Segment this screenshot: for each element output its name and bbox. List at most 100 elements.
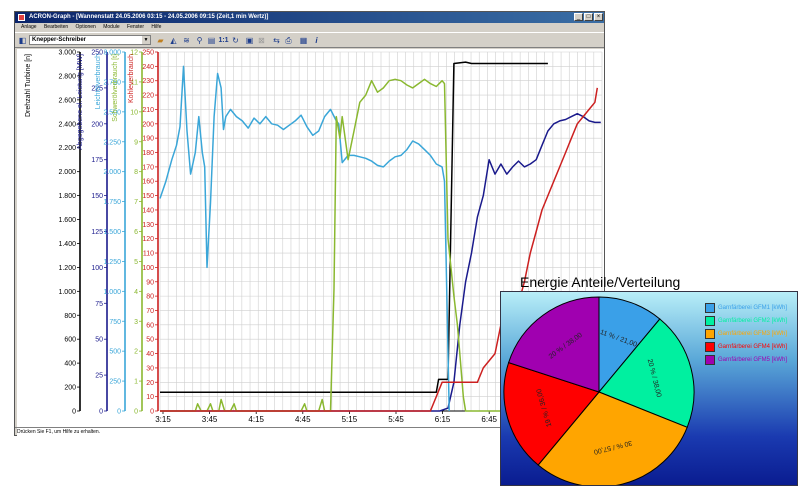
y-tick-label: 3 <box>134 319 138 326</box>
settings-icon[interactable]: ▦ <box>298 35 309 46</box>
y-tick-label: 30 <box>146 365 154 372</box>
zoom-icon[interactable]: ⚲ <box>194 35 205 46</box>
y-tick-label: 70 <box>146 308 154 315</box>
y-tick-label: 500 <box>109 349 121 356</box>
y-tick-label: 2.800 <box>58 73 76 80</box>
x-tick-label: 3:45 <box>202 415 218 424</box>
y-tick-label: 9 <box>134 139 138 146</box>
y-axis-title: Drehzahl Turbine [n] <box>25 54 32 117</box>
y-tick-label: 1.750 <box>103 199 121 206</box>
y-axis-title: Abgegebene el. Leistung [MW] <box>77 54 84 150</box>
y-tick-label: 60 <box>146 322 154 329</box>
legend-swatch <box>705 303 715 313</box>
y-tick-label: 1.250 <box>103 259 121 266</box>
title-bar: ACRON-Graph - [Wannenstatt 24.05.2006 03… <box>15 12 604 23</box>
y-tick-label: 190 <box>142 136 154 143</box>
y-tick-label: 250 <box>142 50 154 57</box>
chevron-down-icon[interactable]: ▼ <box>142 36 150 44</box>
y-axis-title: Kohleverbrauch <box>128 54 135 103</box>
x-tick-label: 4:15 <box>248 415 264 424</box>
y-tick-label: 160 <box>142 179 154 186</box>
menu-hilfe[interactable]: Hilfe <box>151 23 161 32</box>
view-select-value: Knepper-Schreiber <box>32 37 87 43</box>
y-tick-label: 50 <box>146 337 154 344</box>
y-tick-label: 1.000 <box>103 289 121 296</box>
y-tick-label: 200 <box>142 121 154 128</box>
legend-swatch <box>705 342 715 352</box>
export-icon[interactable]: ⇆ <box>271 35 282 46</box>
y-axis-title: Leichtölverbrauch <box>95 54 102 109</box>
menu-module[interactable]: Module <box>103 23 119 32</box>
legend-label: Garnfärberei GFM3 [kWh] <box>718 331 788 337</box>
maximize-button[interactable]: □ <box>584 13 593 21</box>
y-tick-label: 100 <box>91 265 103 272</box>
toolbar: ◧ Knepper-Schreiber ▼ ▰ ◭ ≋ ⚲ ▤ 1:1 ↻ ▣ … <box>15 32 604 48</box>
y-tick-label: 150 <box>142 193 154 200</box>
menu-fenster[interactable]: Fenster <box>127 23 144 32</box>
one-to-one-icon[interactable]: 1:1 <box>218 35 229 46</box>
series-line <box>160 61 548 394</box>
y-tick-label: 120 <box>142 236 154 243</box>
y-tick-label: 2.600 <box>58 97 76 104</box>
legend-label: Garnfärberei GFM5 [kWh] <box>718 357 788 363</box>
chart-icon[interactable]: ◭ <box>168 35 179 46</box>
y-tick-label: 25 <box>95 373 103 380</box>
legend-label: Garnfärberei GFM2 [kWh] <box>718 318 788 324</box>
y-tick-label: 240 <box>142 64 154 71</box>
y-tick-label: 220 <box>142 93 154 100</box>
reset-icon[interactable]: ↻ <box>230 35 241 46</box>
y-axis-title: Schweröl­verbrauch [t] <box>112 54 119 122</box>
menu-optionen[interactable]: Optionen <box>76 23 96 32</box>
delete-icon[interactable]: ⊠ <box>256 35 267 46</box>
y-tick-label: 1 <box>134 379 138 386</box>
print-icon[interactable]: ⎙ <box>283 35 294 46</box>
menu-bearbeiten[interactable]: Bearbeiten <box>44 23 68 32</box>
copy-icon[interactable]: ▣ <box>244 35 255 46</box>
y-tick-label: 130 <box>142 222 154 229</box>
y-tick-label: 1.600 <box>58 217 76 224</box>
scale-icon[interactable]: ▤ <box>206 35 217 46</box>
y-tick-label: 2.200 <box>58 145 76 152</box>
y-tick-label: 400 <box>64 361 76 368</box>
legend-label: Garnfärberei GFM1 [kWh] <box>718 305 788 311</box>
y-tick-label: 2.400 <box>58 121 76 128</box>
y-tick-label: 0 <box>134 409 138 416</box>
y-tick-label: 0 <box>72 409 76 416</box>
y-tick-label: 8 <box>134 169 138 176</box>
y-tick-label: 50 <box>95 337 103 344</box>
y-tick-label: 150 <box>91 193 103 200</box>
y-tick-label: 200 <box>64 385 76 392</box>
info-icon[interactable]: i <box>311 35 322 46</box>
y-tick-label: 210 <box>142 107 154 114</box>
x-tick-label: 6:45 <box>481 415 497 424</box>
x-tick-label: 6:15 <box>435 415 451 424</box>
x-tick-label: 5:45 <box>388 415 404 424</box>
legend-label: Garnfärberei GFM4 [kWh] <box>718 344 788 350</box>
view-select[interactable]: Knepper-Schreiber ▼ <box>29 35 151 45</box>
y-tick-label: 7 <box>134 199 138 206</box>
lines-icon[interactable]: ≋ <box>181 35 192 46</box>
y-tick-label: 4 <box>134 289 138 296</box>
menu-anlage[interactable]: Anlage <box>21 23 37 32</box>
close-button[interactable]: × <box>594 13 603 21</box>
y-tick-label: 180 <box>142 150 154 157</box>
x-tick-label: 4:45 <box>295 415 311 424</box>
y-tick-label: 1.500 <box>103 229 121 236</box>
open-icon[interactable]: ▰ <box>155 35 166 46</box>
y-tick-label: 3.000 <box>58 50 76 57</box>
y-tick-label: 0 <box>117 409 121 416</box>
y-tick-label: 250 <box>109 379 121 386</box>
y-tick-label: 10 <box>130 109 138 116</box>
y-tick-label: 1.400 <box>58 241 76 248</box>
y-tick-label: 2.250 <box>103 139 121 146</box>
y-tick-label: 6 <box>134 229 138 236</box>
y-tick-label: 2 <box>134 349 138 356</box>
minimize-button[interactable]: _ <box>574 13 583 21</box>
y-tick-label: 0 <box>150 409 154 416</box>
legend-swatch <box>705 316 715 326</box>
y-tick-label: 2.000 <box>103 169 121 176</box>
y-tick-label: 125 <box>91 229 103 236</box>
y-tick-label: 80 <box>146 294 154 301</box>
y-tick-label: 75 <box>95 301 103 308</box>
y-tick-label: 1.800 <box>58 193 76 200</box>
